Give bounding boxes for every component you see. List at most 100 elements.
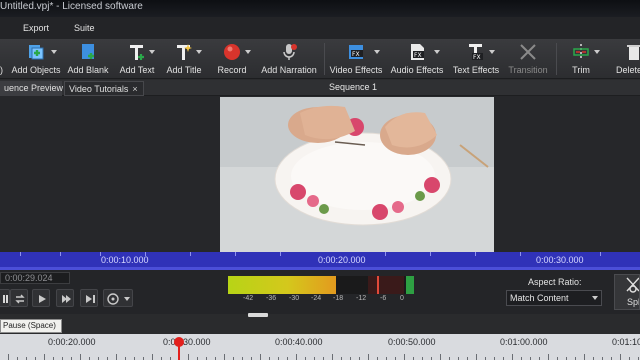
add-objects-button[interactable]: Add Objects <box>10 39 62 79</box>
timeline-ruler-tick <box>548 354 549 360</box>
video-frame-image <box>220 97 494 252</box>
add-title-button[interactable]: Add Title <box>164 39 204 79</box>
add-blank-label: Add Blank <box>67 65 109 75</box>
close-icon[interactable]: × <box>132 84 137 94</box>
panel-resize-handle[interactable] <box>248 313 268 317</box>
split-label: Spli <box>627 297 640 307</box>
svg-text:FX: FX <box>414 52 422 59</box>
video-effects-button[interactable]: FX Video Effects <box>328 39 384 79</box>
delete-button[interactable]: Delete <box>614 39 640 79</box>
text-effects-button[interactable]: FX Text Effects <box>450 39 502 79</box>
chevron-down-icon <box>489 50 495 54</box>
play-pause-button[interactable] <box>0 289 10 307</box>
aspect-ratio-label: Aspect Ratio: <box>528 277 582 287</box>
add-text-button[interactable]: Add Text <box>116 39 158 79</box>
audio-level-end <box>406 276 414 294</box>
meter-label: -6 <box>380 295 387 302</box>
ruler-tick <box>475 252 476 256</box>
transition-icon <box>520 44 536 60</box>
play-icon <box>39 295 46 303</box>
tab-video-tutorials[interactable]: Video Tutorials × <box>64 81 144 96</box>
add-narration-button[interactable]: Add Narration <box>258 39 320 79</box>
transition-button[interactable]: Transition <box>506 39 550 79</box>
video-fx-icon: FX <box>349 45 363 59</box>
chevron-down-icon <box>592 296 598 300</box>
timeline-ruler-label: 0:01:00.000 <box>500 337 548 347</box>
chevron-down-icon <box>434 50 440 54</box>
timeline-ruler-tick <box>620 354 621 360</box>
chevron-down-icon <box>149 50 155 54</box>
skip-forward-icon <box>62 295 71 303</box>
ruler-tick <box>60 252 61 256</box>
aspect-ratio-select[interactable]: Match Content <box>506 290 602 306</box>
ruler-label: 0:00:10.000 <box>101 255 149 265</box>
delete-icon <box>627 45 640 60</box>
timeline-ruler-tick <box>440 354 441 360</box>
record-options-button[interactable] <box>103 289 133 307</box>
current-time-display: 0:00:29.024 <box>0 272 70 284</box>
chevron-down-icon <box>51 50 57 54</box>
timeline-ruler-tick <box>152 354 153 360</box>
chevron-down-icon <box>196 50 202 54</box>
text-effects-label: Text Effects <box>452 65 500 75</box>
text-fx-icon: FX <box>469 44 483 61</box>
audio-effects-label: Audio Effects <box>390 65 444 75</box>
audio-level-fill <box>228 276 336 294</box>
timeline-ruler-tick <box>260 354 261 360</box>
skip-forward-button[interactable] <box>56 289 74 307</box>
add-title-icon <box>177 44 192 60</box>
audio-clip-zone <box>368 276 404 294</box>
meter-label: -12 <box>356 295 367 302</box>
pause-tooltip: Pause (Space) <box>0 319 62 333</box>
add-objects-icon <box>29 45 44 60</box>
timeline-ruler[interactable]: 0:00:20.000 0:00:30.000 0:00:40.000 0:00… <box>0 334 640 360</box>
video-frame <box>220 97 494 252</box>
trim-icon <box>573 44 589 60</box>
meter-label: -24 <box>311 295 322 302</box>
timeline-ruler-label: 0:00:40.000 <box>275 337 323 347</box>
record-button[interactable]: Record <box>212 39 252 79</box>
timeline-ruler-tick <box>404 354 405 360</box>
svg-text:FX: FX <box>352 51 360 58</box>
ruler-tick <box>385 252 386 256</box>
loop-icon <box>15 294 25 304</box>
menu-suite[interactable]: Suite <box>74 23 95 33</box>
svg-text:FX: FX <box>473 54 481 61</box>
loop-button[interactable] <box>10 289 28 307</box>
add-objects-label: Add Objects <box>11 65 61 75</box>
toolbar-separator <box>556 43 557 75</box>
timeline-ruler-tick <box>368 354 369 360</box>
timeline-ruler-label: 0:00:30.000 <box>163 337 211 347</box>
split-button[interactable]: Spli <box>614 274 640 310</box>
window-title: Untitled.vpj* - Licensed software <box>0 1 143 12</box>
skip-end-icon <box>86 295 95 303</box>
audio-peak-marker <box>377 276 379 294</box>
next-frame-button[interactable] <box>32 289 50 307</box>
add-title-label: Add Title <box>166 65 202 75</box>
skip-end-button[interactable] <box>80 289 98 307</box>
record-label: Record <box>217 65 247 75</box>
timeline-ruler-tick <box>476 354 477 360</box>
preview-timeline-ruler[interactable]: 0:00:10.000 0:00:20.000 0:00:30.000 <box>0 252 640 268</box>
toolbar: ) Add Objects Add Blank Add Text Add Tit… <box>0 39 640 79</box>
ruler-tick <box>430 252 431 256</box>
tab-video-tutorials-label: Video Tutorials <box>69 84 129 94</box>
partial-tool-button[interactable]: ) <box>0 39 6 79</box>
timeline-ruler-label: 0:01:10.000 <box>612 337 640 347</box>
timeline-ruler-tick <box>8 354 9 360</box>
add-blank-button[interactable]: Add Blank <box>66 39 110 79</box>
record-icon <box>224 44 240 60</box>
menu-export[interactable]: Export <box>23 23 49 33</box>
timeline-ruler-tick <box>116 354 117 360</box>
add-narration-label: Add Narration <box>261 65 317 75</box>
timeline-ruler-tick <box>584 354 585 360</box>
chevron-down-icon <box>374 50 380 54</box>
sequence-title: Sequence 1 <box>329 82 378 92</box>
audio-effects-button[interactable]: FX Audio Effects <box>389 39 445 79</box>
add-text-icon <box>130 45 144 60</box>
partial-tool-label: ) <box>0 65 3 75</box>
trim-button[interactable]: Trim <box>562 39 600 79</box>
tab-sequence-preview[interactable]: uence Preview <box>0 81 63 96</box>
timeline-ruler-tick <box>512 354 513 360</box>
meter-label: -42 <box>243 295 254 302</box>
